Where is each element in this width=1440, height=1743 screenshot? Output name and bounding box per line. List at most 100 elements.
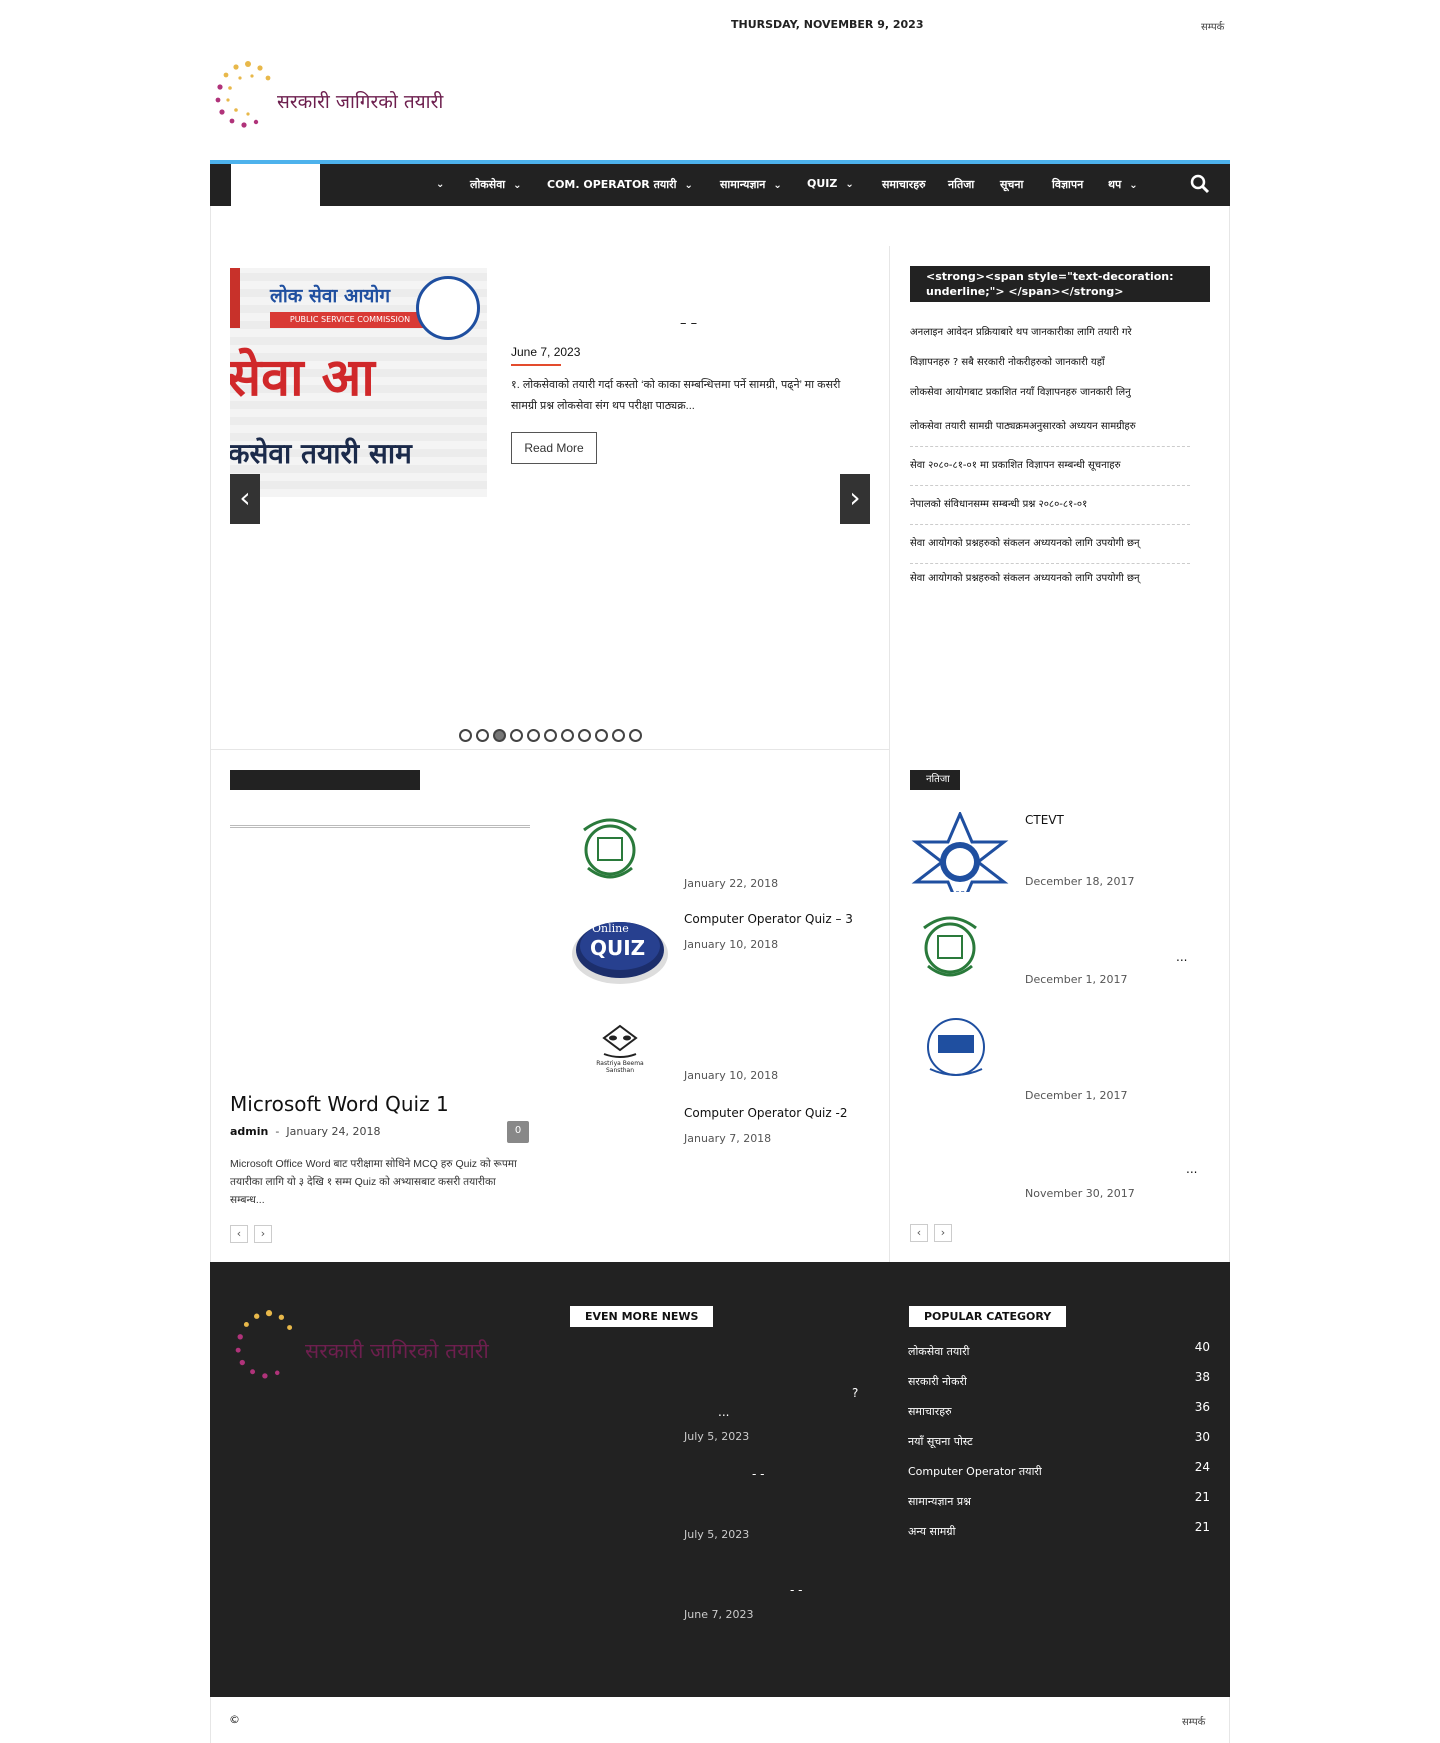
- post-date: January 7, 2018: [684, 1132, 772, 1145]
- chevron-down-icon: ⌄: [513, 180, 522, 191]
- big-post-title[interactable]: Microsoft Word Quiz 1: [230, 1092, 449, 1116]
- right-block-heading: नतिजा: [910, 770, 960, 790]
- sidebar-item[interactable]: सेवा आयोगको प्रश्नहरुको संकलन अध्ययनको ल…: [910, 525, 1190, 564]
- slider-image[interactable]: लोक सेवा आयोग PUBLIC SERVICE COMMISSION …: [230, 268, 487, 497]
- psc-subtitle: PUBLIC SERVICE COMMISSION: [270, 312, 430, 328]
- category-link[interactable]: अन्य सामग्री: [908, 1524, 955, 1539]
- nav-home-tab[interactable]: [231, 164, 320, 206]
- category-count: 21: [1194, 1490, 1210, 1504]
- slider-dot[interactable]: [476, 729, 489, 742]
- even-more-heading: EVEN MORE NEWS: [570, 1306, 714, 1327]
- category-link[interactable]: सामान्यज्ञान प्रश्न: [908, 1494, 971, 1509]
- post-date: November 30, 2017: [1025, 1187, 1135, 1200]
- comment-count-badge[interactable]: 0: [507, 1121, 529, 1143]
- nav-item-com-operator[interactable]: COM. OPERATOR तयारी ⌄: [547, 177, 693, 192]
- footer-post-title[interactable]: ?: [852, 1386, 858, 1400]
- nav-item-loksewa[interactable]: लोकसेवा ⌄: [470, 177, 522, 192]
- nav-item-quiz[interactable]: QUIZ ⌄: [807, 177, 854, 190]
- slider-dot[interactable]: [612, 729, 625, 742]
- beema-label: Rastriya Beema Sansthan: [596, 1060, 644, 1074]
- category-link[interactable]: नयाँ सूचना पोस्ट: [908, 1434, 973, 1449]
- nav-item-result[interactable]: नतिजा: [948, 177, 974, 192]
- sidebar-item[interactable]: विज्ञापनहरु ? सबै सरकारी नोकरीहरुको जानक…: [910, 348, 1190, 378]
- right-next-button[interactable]: ›: [934, 1224, 952, 1242]
- header-contact-link[interactable]: सम्पर्क: [1201, 19, 1224, 33]
- sidebar-item[interactable]: लोकसेवा आयोगबाट प्रकाशित नयाँ विज्ञापनहर…: [910, 378, 1190, 408]
- slider-title[interactable]: – –: [680, 316, 697, 331]
- search-icon[interactable]: [1190, 174, 1210, 194]
- slider-dot[interactable]: [578, 729, 591, 742]
- post-date: December 18, 2017: [1025, 875, 1135, 888]
- mid-prev-button[interactable]: ‹: [230, 1225, 248, 1243]
- post-title[interactable]: ...: [1176, 950, 1187, 964]
- slider-next-icon[interactable]: ›: [840, 474, 870, 524]
- mid-block-heading: [230, 770, 420, 790]
- slider-dot[interactable]: [527, 729, 540, 742]
- nav-item-gk[interactable]: सामान्यज्ञान ⌄: [720, 177, 782, 192]
- chevron-down-icon: ⌄: [436, 179, 445, 190]
- slider-dots: [459, 729, 646, 743]
- post-title[interactable]: Computer Operator Quiz -2: [684, 1106, 847, 1120]
- slider-dot[interactable]: [561, 729, 574, 742]
- nav-item-notice[interactable]: सूचना: [1000, 177, 1023, 192]
- post-thumb[interactable]: Online QUIZ: [570, 910, 670, 990]
- nav-item-news[interactable]: समाचारहरु: [882, 177, 926, 192]
- post-title[interactable]: ...: [1186, 1162, 1197, 1176]
- slider-accent-line: [511, 364, 561, 366]
- right-prev-button[interactable]: ‹: [910, 1224, 928, 1242]
- quiz-sub-label: Online: [592, 922, 629, 935]
- post-title[interactable]: Computer Operator Quiz – 3: [684, 912, 853, 926]
- read-more-button[interactable]: Read More: [511, 432, 597, 464]
- post-author[interactable]: admin: [230, 1125, 268, 1138]
- slider-dot[interactable]: [459, 729, 472, 742]
- nav-label: सामान्यज्ञान: [720, 178, 766, 191]
- popular-category-heading: POPULAR CATEGORY: [909, 1306, 1067, 1327]
- logo-text: सरकारी जागिरको तयारी: [277, 91, 444, 113]
- category-link[interactable]: Computer Operator तयारी: [908, 1464, 1042, 1479]
- slider-dot[interactable]: [510, 729, 523, 742]
- slider-big-text: सेवा आ: [230, 348, 375, 408]
- header-date: THURSDAY, NOVEMBER 9, 2023: [731, 18, 924, 31]
- footer-post-title[interactable]: - -: [752, 1467, 764, 1481]
- mid-next-button[interactable]: ›: [254, 1225, 272, 1243]
- slider-dot[interactable]: [629, 729, 642, 742]
- nav-item-more[interactable]: थप ⌄: [1108, 177, 1138, 192]
- category-link[interactable]: लोकसेवा तयारी: [908, 1344, 970, 1359]
- sidebar-heading: <strong><span style="text-decoration: un…: [910, 266, 1210, 302]
- sidebar-item[interactable]: सेवा आयोगको प्रश्नहरुको संकलन अध्ययनको ल…: [910, 564, 1190, 594]
- footer-contact-link[interactable]: सम्पर्क: [1182, 1714, 1205, 1728]
- nav-label: लोकसेवा: [470, 178, 506, 191]
- category-count: 30: [1194, 1430, 1210, 1444]
- category-link[interactable]: सरकारी नोकरी: [908, 1374, 967, 1389]
- post-thumb[interactable]: [910, 1013, 1010, 1093]
- footer-post-title[interactable]: ...: [718, 1405, 729, 1419]
- big-post-image[interactable]: [230, 825, 530, 828]
- slider-prev-icon[interactable]: ‹: [230, 474, 260, 524]
- psc-emblem-icon: [416, 276, 480, 340]
- sidebar-item[interactable]: अनलाइन आवेदन प्रक्रियाबारे थप जानकारीका …: [910, 318, 1190, 348]
- sidebar-item[interactable]: लोकसेवा तयारी सामग्री पाठ्यक्रमअनुसारको …: [910, 408, 1190, 447]
- sidebar-item[interactable]: सेवा २०८०-८१-०१ मा प्रकाशित विज्ञापन सम्…: [910, 447, 1190, 486]
- post-thumb[interactable]: 1989: [910, 812, 1010, 892]
- nav-item-0[interactable]: ⌄: [428, 177, 444, 190]
- post-thumb[interactable]: Rastriya Beema Sansthan: [570, 1020, 670, 1100]
- footer-post-title[interactable]: - -: [790, 1583, 802, 1597]
- post-title[interactable]: CTEVT: [1025, 813, 1064, 827]
- slider-small-text: कसेवा तयारी साम: [230, 437, 412, 470]
- nav-label: QUIZ: [807, 177, 838, 190]
- slider-dot[interactable]: [493, 729, 506, 742]
- footer-post-date: July 5, 2023: [684, 1430, 750, 1443]
- sidebar-item[interactable]: नेपालको संविधानसम्म सम्बन्धी प्रश्न २०८०…: [910, 486, 1190, 525]
- slider-dot[interactable]: [595, 729, 608, 742]
- category-link[interactable]: समाचारहरु: [908, 1404, 952, 1419]
- chevron-down-icon: ⌄: [684, 180, 693, 191]
- emblem-icon: [583, 818, 637, 879]
- slider-dot[interactable]: [544, 729, 557, 742]
- footer-logo-text: सरकारी जागिरको तयारी: [305, 1339, 489, 1363]
- category-count: 38: [1194, 1370, 1210, 1384]
- nav-item-vacancy[interactable]: विज्ञापन: [1052, 177, 1083, 192]
- post-thumb[interactable]: [570, 810, 670, 890]
- sub-footer: [210, 1697, 1230, 1743]
- post-thumb[interactable]: [910, 908, 1010, 988]
- footer-logo[interactable]: [232, 1306, 304, 1385]
